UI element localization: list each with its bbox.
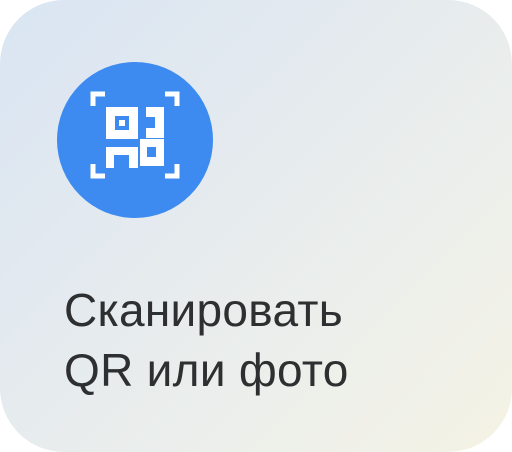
qr-scan-icon [57,62,213,218]
scan-qr-card[interactable]: Сканировать QR или фото [0,0,512,452]
card-title-line-2: QR или фото [64,344,349,396]
card-title: Сканировать QR или фото [64,280,349,400]
card-title-line-1: Сканировать [64,284,344,336]
